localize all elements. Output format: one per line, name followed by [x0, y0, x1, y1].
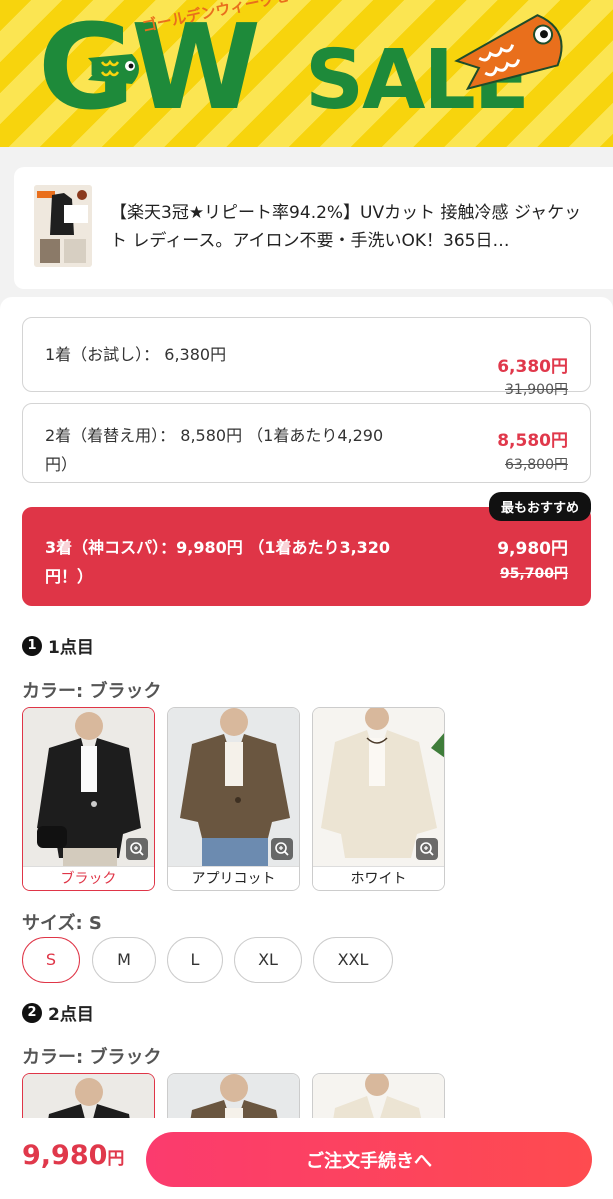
size-l-button[interactable]: L: [167, 937, 223, 983]
item-2-color-label: カラー: ブラック: [22, 1047, 162, 1068]
item-1-heading-text: 1点目: [48, 638, 94, 658]
option-1-piece[interactable]: 1着（お試し）： 6,380円 6,380円 31,900円: [22, 317, 591, 398]
zoom-icon[interactable]: [416, 838, 438, 860]
total-price-unit: 円: [107, 1149, 125, 1169]
product-thumbnail: [34, 185, 92, 267]
number-2-icon: 2: [22, 1002, 42, 1023]
item-1-color-label: カラー: ブラック: [22, 681, 162, 702]
option-label: 3着（神コスパ）：9,980円 （1着あたり3,320円！）: [45, 538, 391, 586]
item-2-heading-text: 2点目: [48, 1005, 94, 1025]
koinobori-green-icon: [88, 54, 139, 84]
koinobori-orange-icon: [454, 14, 563, 91]
item-1-heading: 1 1点目: [22, 633, 94, 658]
color-label: ブラック: [23, 866, 154, 890]
size-m-button[interactable]: M: [92, 937, 156, 983]
purchase-panel: 1着（お試し）： 6,380円 6,380円 31,900円 2着（着替え用）：…: [0, 297, 613, 1199]
item-2-heading: 2 2点目: [22, 1000, 94, 1025]
sale-banner: GW SALE ゴールデンウィークセール: [0, 0, 613, 147]
option-price: 9,980円: [497, 539, 568, 559]
option-price: 8,580円: [497, 431, 568, 451]
color-swatch-apricot[interactable]: アプリコット: [167, 707, 300, 891]
zoom-icon[interactable]: [271, 838, 293, 860]
total-price: 9,980円: [22, 1140, 124, 1171]
option-original-price: 95,700円: [499, 566, 568, 582]
number-1-icon: 1: [22, 635, 42, 656]
recommended-badge: 最もおすすめ: [488, 492, 591, 521]
total-price-value: 9,980: [22, 1140, 108, 1171]
color-label: アプリコット: [168, 866, 299, 890]
checkout-bar: 9,980円 ご注文手続きへ: [0, 1118, 613, 1199]
option-label: 2着（着替え用）： 8,580円 （1着あたり4,290円）: [45, 426, 384, 474]
size-xl-button[interactable]: XL: [234, 937, 302, 983]
option-label: 1着（お試し）： 6,380円: [45, 345, 227, 364]
option-original-price: 31,900円: [505, 382, 568, 398]
product-card[interactable]: 【楽天3冠★リピート率94.2%】UVカット 接触冷感 ジャケット レディース。…: [14, 167, 613, 289]
product-title: 【楽天3冠★リピート率94.2%】UVカット 接触冷感 ジャケット レディース。…: [110, 203, 582, 251]
option-price: 6,380円: [497, 357, 568, 377]
color-label: ホワイト: [313, 866, 444, 890]
size-xxl-button[interactable]: XXL: [313, 937, 393, 983]
option-original-price: 63,800円: [505, 457, 568, 473]
option-3-pieces[interactable]: 最もおすすめ 3着（神コスパ）：9,980円 （1着あたり3,320円！） 9,…: [22, 492, 591, 606]
checkout-button[interactable]: ご注文手続きへ: [146, 1132, 592, 1187]
size-s-button[interactable]: S: [22, 937, 80, 983]
item-1-size-label: サイズ: S: [22, 913, 102, 934]
color-swatch-black[interactable]: ブラック: [22, 707, 155, 891]
color-swatch-white[interactable]: ホワイト: [312, 707, 445, 891]
zoom-icon[interactable]: [126, 838, 148, 860]
option-2-pieces[interactable]: 2着（着替え用）： 8,580円 （1着あたり4,290円） 8,580円 63…: [22, 403, 591, 483]
